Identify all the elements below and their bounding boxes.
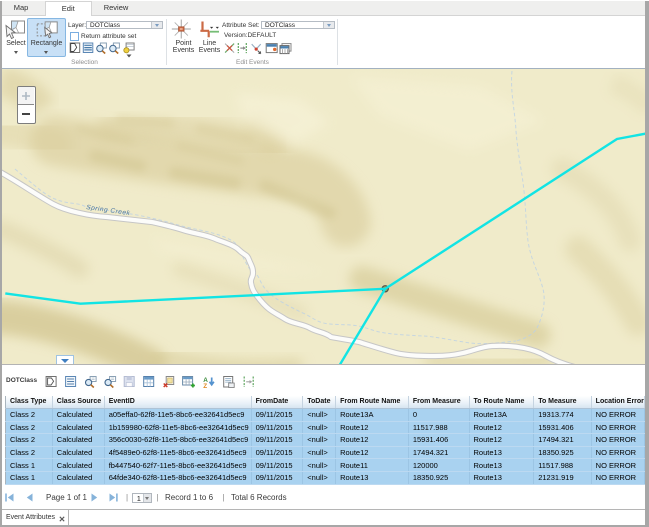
svg-text:Z: Z bbox=[203, 383, 207, 390]
